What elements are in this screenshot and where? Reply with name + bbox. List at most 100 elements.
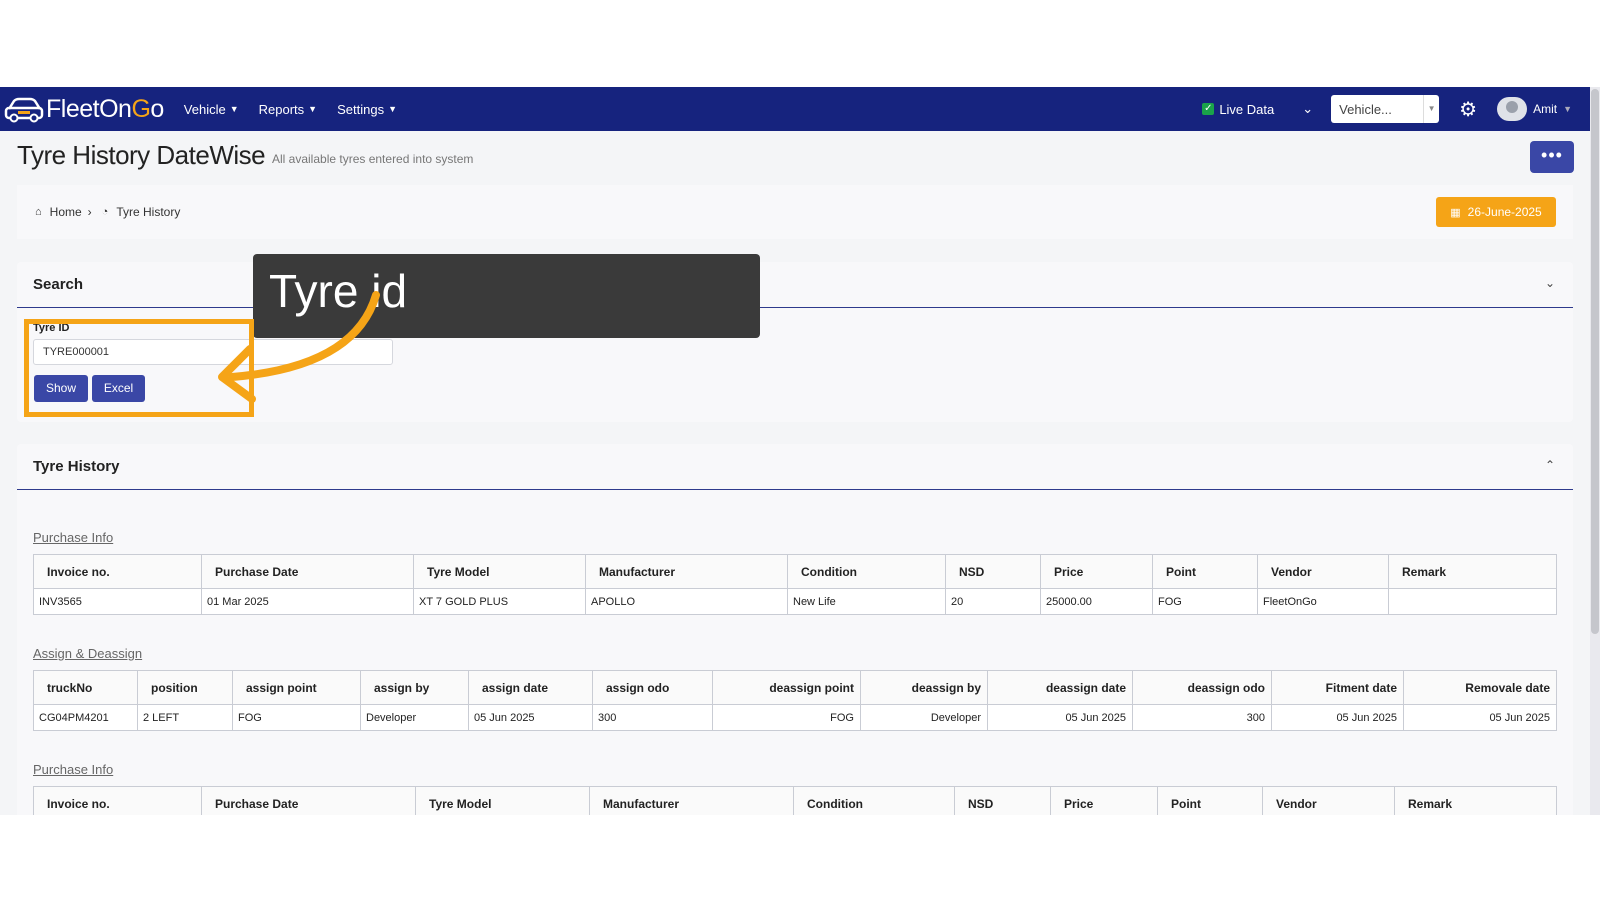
chevron-down-icon: ▼ <box>1563 104 1572 114</box>
table-cell: XT 7 GOLD PLUS <box>413 588 586 615</box>
purchase-info-link[interactable]: Purchase Info <box>33 762 113 777</box>
dropdown-arrow-icon: ▼ <box>1423 95 1439 123</box>
vehicle-select[interactable]: Vehicle... ▼ <box>1331 95 1440 123</box>
column-header: Condition <box>787 554 946 589</box>
chevron-up-icon[interactable]: ⌃ <box>1545 458 1555 472</box>
date-picker-button[interactable]: ▦ 26-June-2025 <box>1436 197 1556 227</box>
column-header: deassign odo <box>1132 670 1272 705</box>
column-header: Price <box>1050 786 1158 815</box>
chevron-down-icon: ▼ <box>229 104 239 114</box>
column-header: Price <box>1040 554 1153 589</box>
table-cell: 2 LEFT <box>137 704 233 731</box>
column-header: deassign by <box>860 670 988 705</box>
live-data-toggle[interactable]: ✓ Live Data <box>1202 102 1274 117</box>
table-cell: Developer <box>860 704 988 731</box>
page-title: Tyre History DateWise <box>17 140 266 170</box>
assign-deassign-link[interactable]: Assign & Deassign <box>33 646 142 661</box>
table-cell: FOG <box>232 704 361 731</box>
brand-logo[interactable]: FleetOnGo <box>4 87 164 131</box>
checkbox-checked-icon: ✓ <box>1202 103 1215 115</box>
purchase-info-link[interactable]: Purchase Info <box>33 530 113 545</box>
chevron-down-icon: ▼ <box>388 104 397 114</box>
column-header: Tyre Model <box>413 554 586 589</box>
column-header: Condition <box>793 786 955 815</box>
table-cell: 25000.00 <box>1040 588 1153 615</box>
chevron-down-icon[interactable]: ⌄ <box>1302 101 1313 117</box>
column-header: Manufacturer <box>589 786 794 815</box>
table-cell <box>1388 588 1557 615</box>
table-cell: 20 <box>945 588 1041 615</box>
column-header: assign point <box>232 670 361 705</box>
highlight-box <box>24 319 254 417</box>
table-cell: Developer <box>360 704 469 731</box>
calendar-icon: ▦ <box>1450 206 1461 219</box>
tutorial-tooltip: Tyre id <box>253 254 760 338</box>
column-header: Invoice no. <box>33 554 202 589</box>
table-cell: FOG <box>1152 588 1258 615</box>
column-header: Point <box>1152 554 1258 589</box>
column-header: NSD <box>945 554 1041 589</box>
table-row: CG04PM4201 2 LEFT FOG Developer 05 Jun 2… <box>33 704 1557 731</box>
assign-table: truckNo position assign point assign by … <box>33 670 1557 731</box>
column-header: Tyre Model <box>415 786 590 815</box>
breadcrumb-home[interactable]: Home <box>50 205 82 219</box>
table-header-row: truckNo position assign point assign by … <box>33 670 1557 705</box>
vehicle-select-value: Vehicle... <box>1339 101 1392 117</box>
column-header: assign odo <box>592 670 713 705</box>
column-header: Remark <box>1394 786 1557 815</box>
column-header: Vendor <box>1262 786 1395 815</box>
search-card-title: Search <box>33 276 84 293</box>
table-cell: New Life <box>787 588 946 615</box>
user-menu[interactable]: Amit ▼ <box>1497 97 1572 121</box>
column-header: Purchase Date <box>201 786 416 815</box>
table-header-row: Invoice no. Purchase Date Tyre Model Man… <box>33 554 1557 589</box>
table-cell: 300 <box>1132 704 1272 731</box>
search-card-header[interactable]: Search ⌄ <box>17 262 1573 308</box>
app-frame: FleetOnGo Vehicle ▼ Reports ▼ Settings ▼ ✓ … <box>0 87 1600 815</box>
scrollbar-thumb[interactable] <box>1591 89 1599 634</box>
table-cell: APOLLO <box>585 588 788 615</box>
purchase-table: Invoice no. Purchase Date Tyre Model Man… <box>33 786 1557 815</box>
table-cell: CG04PM4201 <box>33 704 138 731</box>
column-header: deassign point <box>712 670 861 705</box>
table-cell: 300 <box>592 704 713 731</box>
tyre-history-card: Tyre History ⌃ Purchase Info Invoice no.… <box>17 444 1573 815</box>
column-header: Manufacturer <box>585 554 788 589</box>
tachometer-icon: ◔ <box>101 206 109 218</box>
home-icon: ⌂ <box>35 206 42 218</box>
purchase-table: Invoice no. Purchase Date Tyre Model Man… <box>33 554 1557 615</box>
history-card-header[interactable]: Tyre History ⌃ <box>17 444 1573 490</box>
main-menu: Vehicle ▼ Reports ▼ Settings ▼ <box>184 102 417 117</box>
column-header: Remark <box>1388 554 1557 589</box>
avatar <box>1497 97 1528 121</box>
top-navbar: FleetOnGo Vehicle ▼ Reports ▼ Settings ▼ ✓ … <box>0 87 1590 131</box>
chevron-down-icon[interactable]: ⌄ <box>1545 276 1555 290</box>
column-header: Fitment date <box>1271 670 1404 705</box>
table-cell: 05 Jun 2025 <box>468 704 593 731</box>
column-header: assign by <box>360 670 469 705</box>
more-options-button[interactable]: ••• <box>1530 141 1574 173</box>
table-cell: 01 Mar 2025 <box>201 588 414 615</box>
breadcrumb-current: Tyre History <box>116 205 181 219</box>
column-header: assign date <box>468 670 593 705</box>
menu-vehicle[interactable]: Vehicle ▼ <box>184 102 239 117</box>
menu-settings[interactable]: Settings ▼ <box>337 102 397 117</box>
table-row: INV3565 01 Mar 2025 XT 7 GOLD PLUS APOLL… <box>33 588 1557 615</box>
column-header: Vendor <box>1257 554 1389 589</box>
table-cell: INV3565 <box>33 588 202 615</box>
live-data-label: Live Data <box>1219 101 1275 117</box>
menu-reports[interactable]: Reports ▼ <box>259 102 317 117</box>
breadcrumb-separator: › <box>87 205 92 219</box>
gear-icon[interactable]: ⚙ <box>1459 97 1477 122</box>
column-header: truckNo <box>33 670 138 705</box>
breadcrumb-bar: ⌂ Home › ◔ Tyre History ▦ 26-June-2025 <box>17 185 1573 239</box>
user-name: Amit <box>1533 102 1558 116</box>
column-header: position <box>137 670 233 705</box>
page-scrollbar[interactable] <box>1590 87 1600 815</box>
column-header: Removale date <box>1403 670 1557 705</box>
chevron-down-icon: ▼ <box>308 104 318 114</box>
car-logo-icon <box>4 97 44 123</box>
page-subtitle: All available tyres entered into system <box>272 152 474 166</box>
breadcrumb: ⌂ Home › ◔ Tyre History <box>35 205 180 219</box>
table-cell: 05 Jun 2025 <box>987 704 1133 731</box>
